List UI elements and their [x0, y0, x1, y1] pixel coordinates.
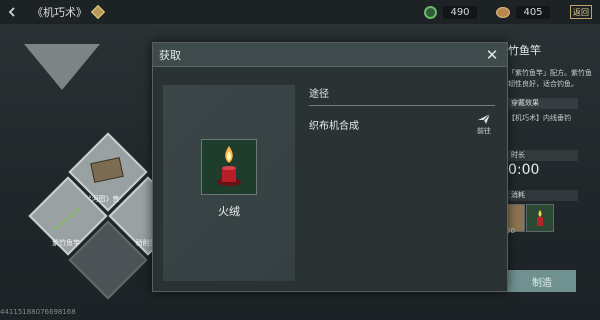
section-time: 时长: [508, 150, 578, 161]
candle-small-icon: [537, 210, 543, 226]
source-name: 织布机合成: [309, 121, 359, 132]
item-name: 火绒: [218, 205, 240, 218]
section-effect: 穿戴效果: [508, 98, 578, 109]
item-preview-panel: 火绒: [163, 85, 295, 281]
close-button[interactable]: ✕: [483, 46, 501, 64]
item-card[interactable]: [201, 139, 257, 195]
page-title: 《机巧术》: [32, 6, 87, 19]
source-row[interactable]: 织布机合成 前往: [309, 113, 495, 139]
top-right-button[interactable]: 返回: [570, 5, 592, 19]
material-slot-candle[interactable]: [526, 204, 554, 232]
effect-text: 【机巧术】内线垂钓: [508, 114, 571, 122]
modal-title: 获取: [159, 48, 181, 62]
player-id: 44115188076698168: [0, 308, 76, 316]
section-consume: 消耗: [508, 190, 578, 201]
goto-label: 前往: [477, 127, 491, 135]
paper-plane-icon: [478, 113, 491, 124]
resource-gold-value: 405: [516, 5, 550, 19]
time-value: 0:00: [508, 162, 540, 178]
back-arrow-icon: [8, 7, 15, 17]
recipe-title: 竹鱼竿: [508, 44, 541, 57]
modal-header: 获取 ✕: [153, 43, 507, 67]
close-icon: ✕: [485, 45, 499, 64]
collapse-triangle[interactable]: [24, 44, 100, 90]
candle-icon: [202, 140, 256, 194]
resource-green-value: 490: [443, 5, 477, 19]
recipe-desc-line2: 韧性良好，适合钓鱼。: [508, 80, 578, 88]
diamond-icon[interactable]: [90, 4, 106, 20]
back-button[interactable]: [0, 0, 24, 24]
source-header: 途径: [309, 89, 329, 100]
goto-button[interactable]: 前往: [473, 113, 495, 139]
jade-coin-icon: [424, 5, 437, 19]
craft-button[interactable]: 制造: [508, 270, 576, 292]
resource-green: 490: [424, 4, 477, 20]
recipe-desc-line1: 「紫竹鱼竿」配方。紫竹鱼: [508, 69, 592, 77]
resource-gold: 405: [496, 4, 550, 20]
acquire-modal: 获取 ✕ 火绒 途径 织布机合成 前往: [152, 42, 508, 292]
gold-coin-icon: [496, 6, 510, 18]
source-divider: [309, 105, 495, 106]
